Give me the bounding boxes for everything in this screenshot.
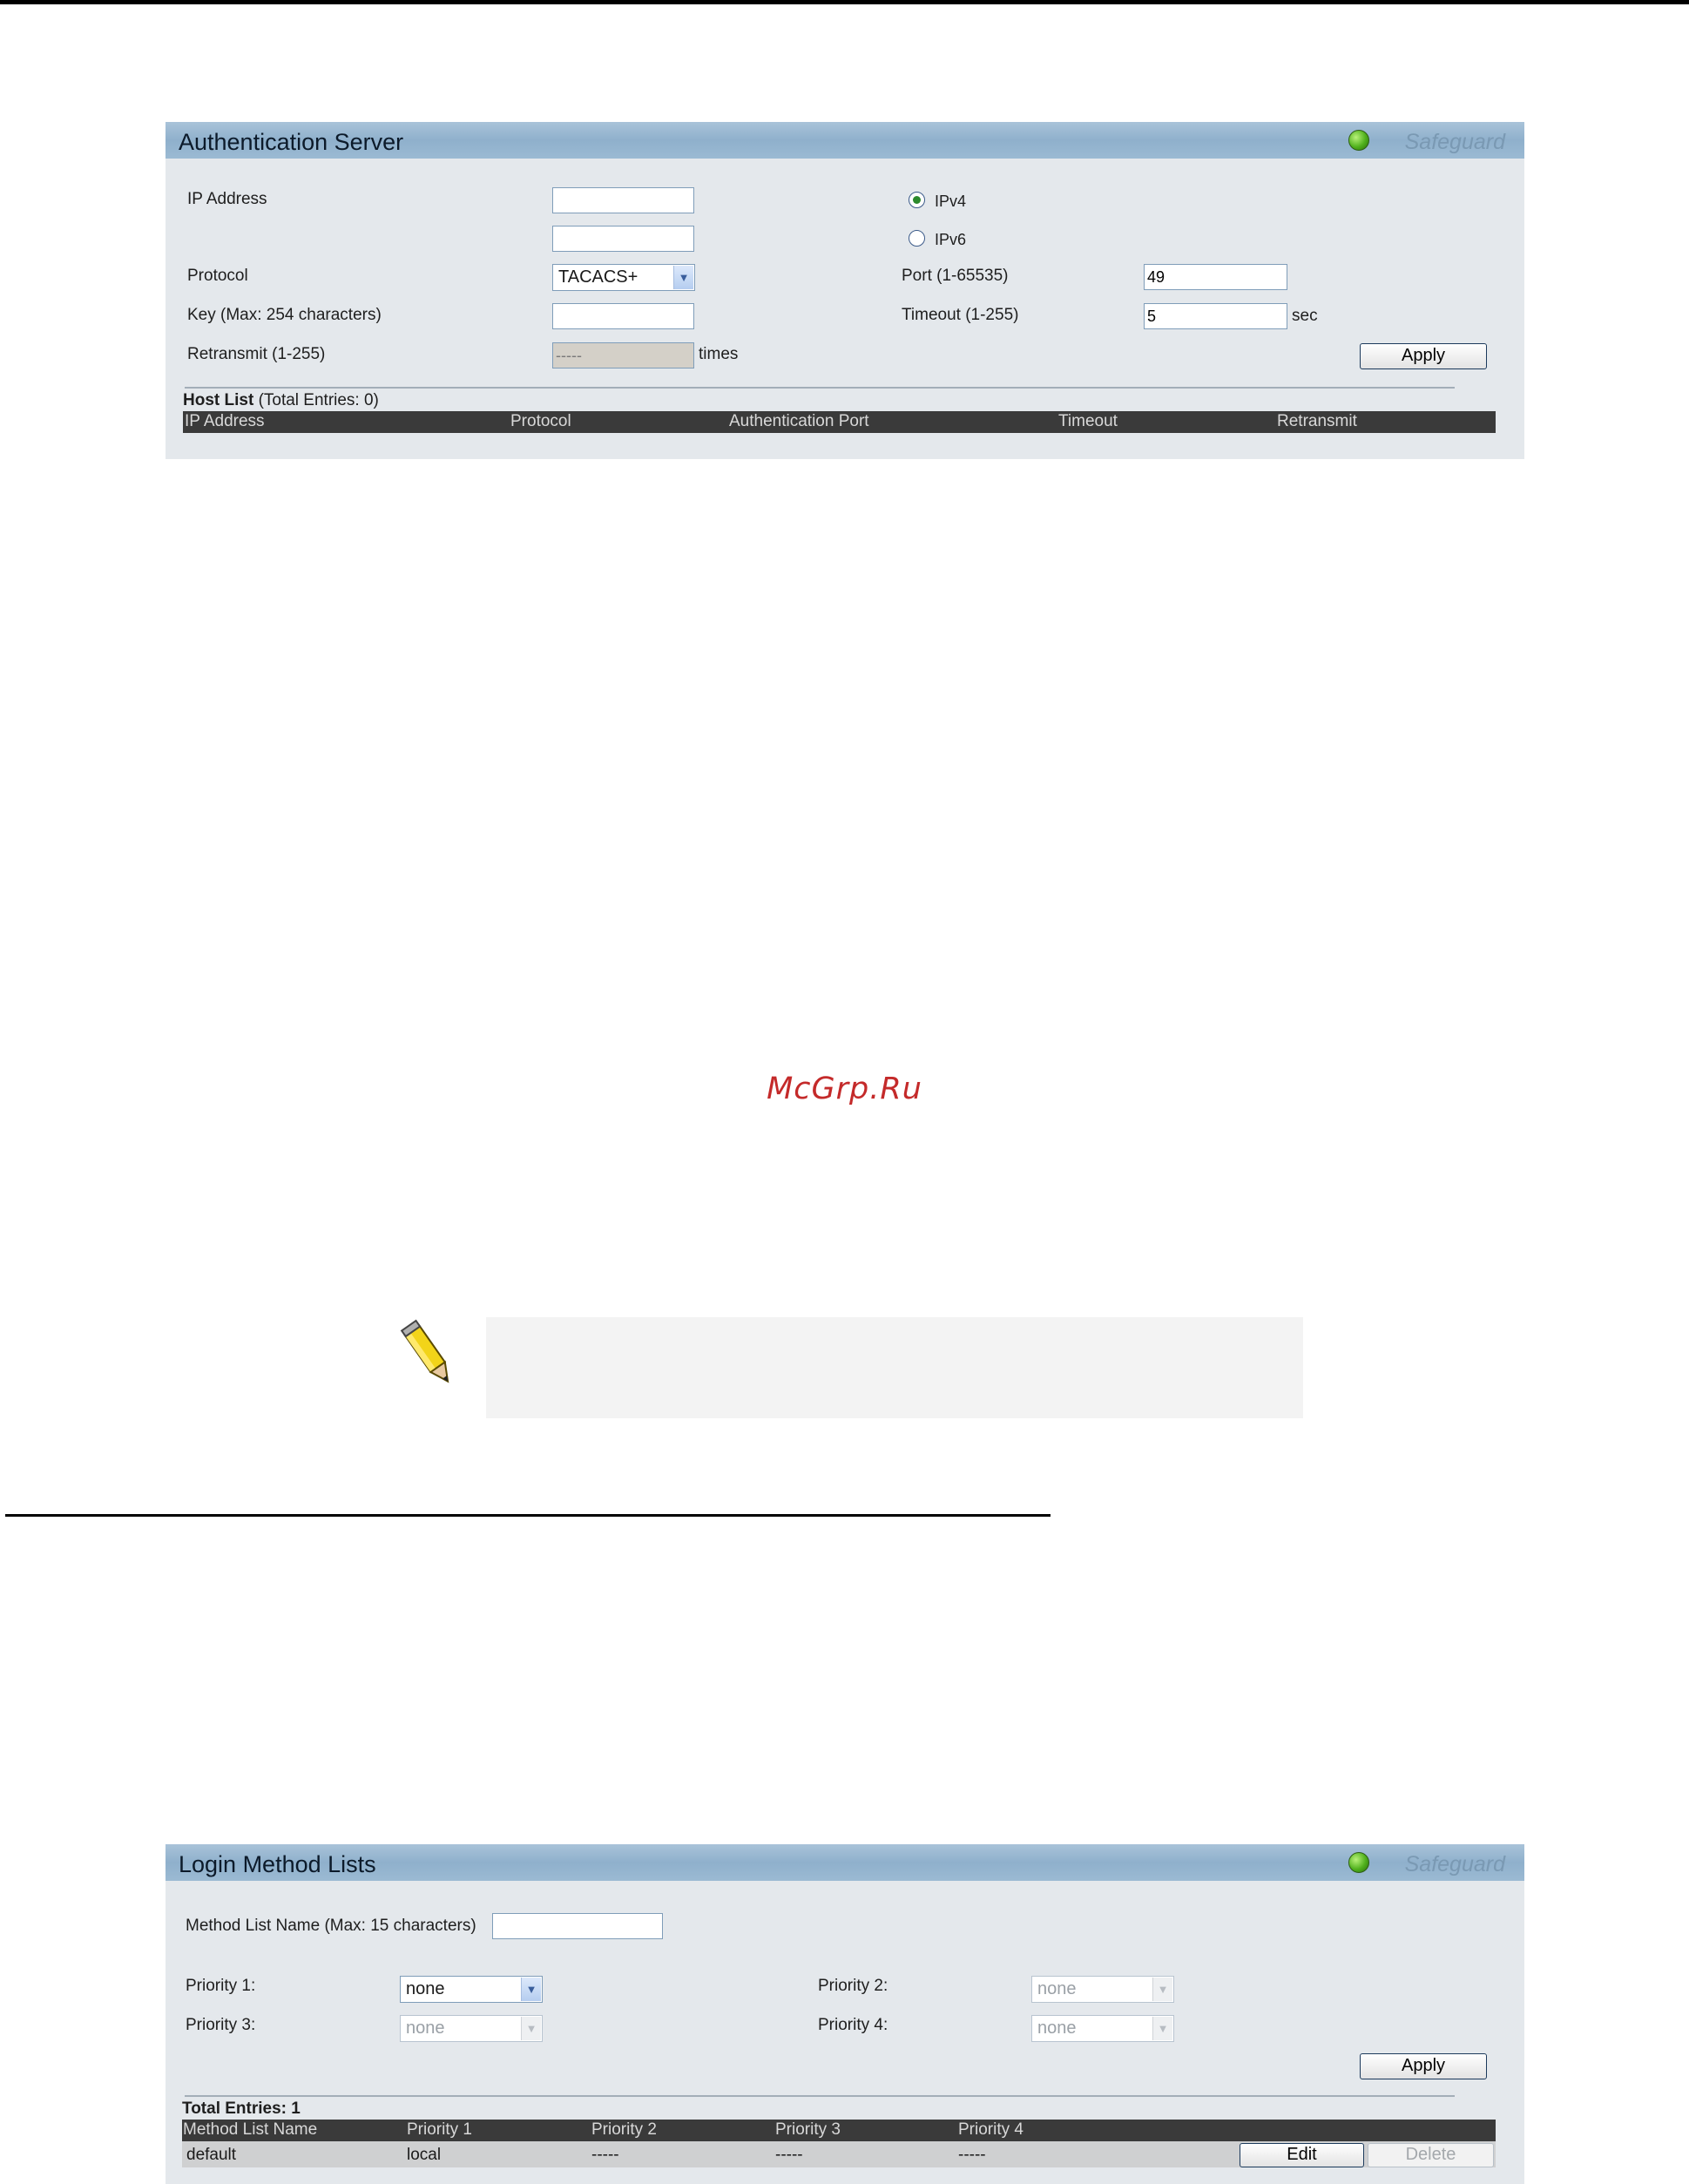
priority-1-select[interactable]: none ▼ [400, 1976, 543, 2003]
host-list-total: (Total Entries: 0) [258, 391, 379, 409]
authentication-server-panel: Authentication Server Safeguard IP Addre… [166, 122, 1524, 459]
col-retransmit: Retransmit [1277, 412, 1357, 430]
priority-3-label: Priority 3: [186, 2016, 256, 2034]
col-priority-2: Priority 2 [591, 2120, 657, 2139]
priority-3-value: none [406, 2018, 445, 2038]
row-method-list-name: default [186, 2146, 237, 2164]
chevron-down-icon: ▼ [521, 2017, 541, 2040]
col-protocol: Protocol [510, 412, 571, 430]
method-list-header: Method List Name Priority 1 Priority 2 P… [182, 2120, 1496, 2141]
edit-button[interactable]: Edit [1240, 2143, 1364, 2167]
note-box [486, 1317, 1303, 1418]
col-authentication-port: Authentication Port [729, 412, 869, 430]
apply-button[interactable]: Apply [1360, 343, 1487, 369]
priority-2-select: none ▼ [1031, 1976, 1174, 2003]
priority-4-value: none [1037, 2018, 1077, 2038]
panel-title: Authentication Server [179, 129, 404, 155]
divider [185, 387, 1455, 389]
priority-4-label: Priority 4: [818, 2016, 888, 2034]
key-input[interactable] [552, 303, 694, 329]
chevron-down-icon[interactable]: ▼ [521, 1978, 541, 2001]
host-list-title: Host List (Total Entries: 0) [183, 391, 379, 410]
method-list-name-input[interactable] [492, 1913, 663, 1939]
priority-2-label: Priority 2: [818, 1977, 888, 1995]
priority-4-select: none ▼ [1031, 2015, 1174, 2042]
chevron-down-icon: ▼ [1152, 1978, 1172, 2001]
ipv6-label: IPv6 [935, 231, 967, 248]
safeguard-led-icon [1348, 130, 1369, 151]
row-priority-2: ----- [591, 2146, 619, 2164]
col-priority-3: Priority 3 [775, 2120, 841, 2139]
timeout-label: Timeout (1-255) [902, 306, 1019, 324]
chevron-down-icon[interactable]: ▼ [673, 266, 693, 289]
safeguard-label: Safeguard [1404, 130, 1505, 154]
login-method-lists-panel: Login Method Lists Safeguard Method List… [166, 1844, 1524, 2184]
col-priority-1: Priority 1 [407, 2120, 472, 2139]
priority-3-select: none ▼ [400, 2015, 543, 2042]
ipv6-radio[interactable] [909, 230, 925, 247]
pencil-note-icon [400, 1319, 449, 1383]
col-priority-4: Priority 4 [958, 2120, 1024, 2139]
delete-button: Delete [1368, 2143, 1494, 2167]
protocol-select-value: TACACS+ [558, 267, 638, 287]
panel-title: Login Method Lists [179, 1851, 376, 1877]
panel-header: Login Method Lists Safeguard [166, 1844, 1524, 1881]
protocol-label: Protocol [187, 267, 248, 285]
key-label: Key (Max: 254 characters) [187, 306, 382, 324]
row-priority-4: ----- [958, 2146, 986, 2164]
col-ip-address: IP Address [185, 412, 265, 430]
ipv4-address-input[interactable] [552, 187, 694, 213]
section-rule [5, 1514, 1051, 1517]
safeguard-label: Safeguard [1404, 1852, 1505, 1876]
top-rule [0, 0, 1689, 4]
priority-2-value: none [1037, 1979, 1077, 1998]
total-entries-label: Total Entries: 1 [182, 2099, 301, 2118]
priority-1-label: Priority 1: [186, 1977, 256, 1995]
ipv6-address-input[interactable] [552, 226, 694, 252]
ip-address-label: IP Address [187, 190, 267, 208]
chevron-down-icon: ▼ [1152, 2017, 1172, 2040]
host-list-header: IP Address Protocol Authentication Port … [183, 411, 1496, 433]
col-timeout: Timeout [1058, 412, 1118, 430]
method-list-name-label: Method List Name (Max: 15 characters) [186, 1917, 476, 1935]
row-priority-1: local [407, 2146, 442, 2164]
port-label: Port (1-65535) [902, 267, 1009, 285]
retransmit-label: Retransmit (1-255) [187, 345, 326, 363]
row-priority-3: ----- [775, 2146, 803, 2164]
priority-1-value: none [406, 1979, 445, 1998]
divider [185, 2095, 1455, 2097]
col-method-list-name: Method List Name [183, 2120, 318, 2139]
ipv4-radio[interactable] [909, 192, 925, 208]
retransmit-unit: times [699, 345, 739, 363]
panel-header: Authentication Server Safeguard [166, 122, 1524, 159]
host-list-heading: Host List [183, 391, 254, 409]
safeguard-led-icon [1348, 1852, 1369, 1873]
ipv4-label: IPv4 [935, 193, 967, 210]
timeout-input[interactable] [1144, 303, 1287, 329]
port-input[interactable] [1144, 264, 1287, 290]
watermark: McGrp.Ru [767, 1072, 922, 1106]
timeout-unit: sec [1292, 307, 1318, 325]
retransmit-input [552, 342, 694, 369]
protocol-select[interactable]: TACACS+ ▼ [552, 264, 695, 291]
apply-button[interactable]: Apply [1360, 2053, 1487, 2079]
